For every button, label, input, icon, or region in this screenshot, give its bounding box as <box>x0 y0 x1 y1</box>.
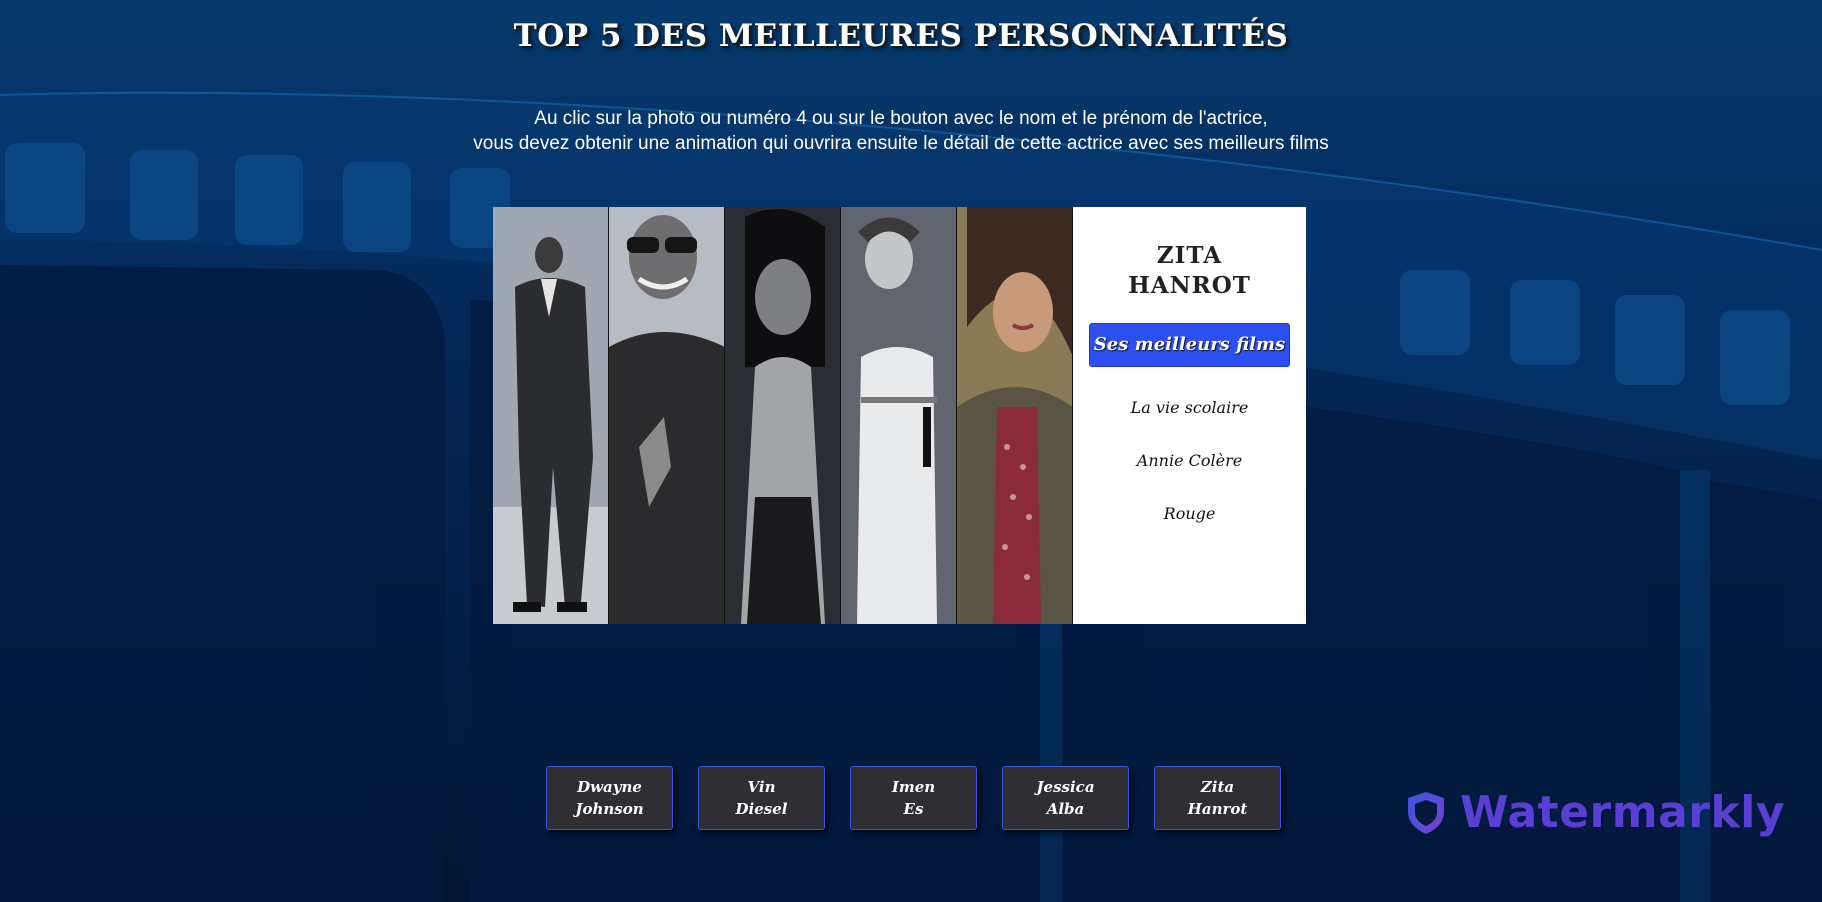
name-button-last: Johnson <box>575 800 644 818</box>
instructions: Au clic sur la photo ou numéro 4 ou sur … <box>0 106 1802 156</box>
name-button-zita-hanrot[interactable]: Zita Hanrot <box>1154 766 1281 830</box>
person-photo-icon <box>957 207 1072 624</box>
photo-zita-hanrot[interactable] <box>957 207 1073 624</box>
name-button-last: Alba <box>1046 800 1085 818</box>
person-photo-icon <box>609 207 724 624</box>
person-photo-icon <box>725 207 840 624</box>
photo-jessica-alba[interactable] <box>841 207 957 624</box>
actress-last-name: HANROT <box>1128 272 1251 299</box>
actress-name: ZITA HANROT <box>1073 241 1306 301</box>
watermark: Watermarkly <box>1404 787 1785 838</box>
name-button-last: Hanrot <box>1187 800 1248 818</box>
name-button-first: Zita <box>1200 778 1235 796</box>
actress-first-name: ZITA <box>1156 242 1223 269</box>
name-button-last: Diesel <box>735 800 788 818</box>
person-photo-icon <box>493 207 608 624</box>
name-button-last: Es <box>903 800 924 818</box>
personality-gallery: ZITA HANROT Ses meilleurs films La vie s… <box>493 207 1309 624</box>
name-button-dwayne-johnson[interactable]: Dwayne Johnson <box>546 766 673 830</box>
best-films-button[interactable]: Ses meilleurs films <box>1089 323 1290 367</box>
name-button-imen-es[interactable]: Imen Es <box>850 766 977 830</box>
photo-imen-es[interactable] <box>725 207 841 624</box>
detail-panel: ZITA HANROT Ses meilleurs films La vie s… <box>1073 207 1306 624</box>
page-title: TOP 5 DES MEILLEURES PERSONNALITÉS <box>513 18 1289 54</box>
name-button-first: Vin <box>747 778 776 796</box>
name-button-first: Jessica <box>1036 778 1095 796</box>
photo-vin-diesel[interactable] <box>609 207 725 624</box>
name-button-jessica-alba[interactable]: Jessica Alba <box>1002 766 1129 830</box>
name-button-vin-diesel[interactable]: Vin Diesel <box>698 766 825 830</box>
watermark-text: Watermarkly <box>1460 787 1785 838</box>
name-button-first: Imen <box>891 778 936 796</box>
instruction-line-2: vous devez obtenir une animation qui ouv… <box>473 133 1329 154</box>
film-list: La vie scolaire Annie Colère Rouge <box>1073 397 1306 525</box>
shield-icon <box>1408 791 1444 834</box>
film-item[interactable]: La vie scolaire <box>1073 397 1306 419</box>
photo-dwayne-johnson[interactable] <box>493 207 609 624</box>
instruction-line-1: Au clic sur la photo ou numéro 4 ou sur … <box>534 108 1268 129</box>
name-buttons: Dwayne Johnson Vin Diesel Imen Es Jessic… <box>546 766 1281 830</box>
film-item[interactable]: Rouge <box>1073 503 1306 525</box>
film-item[interactable]: Annie Colère <box>1073 450 1306 472</box>
name-button-first: Dwayne <box>577 778 642 796</box>
person-photo-icon <box>841 207 956 624</box>
